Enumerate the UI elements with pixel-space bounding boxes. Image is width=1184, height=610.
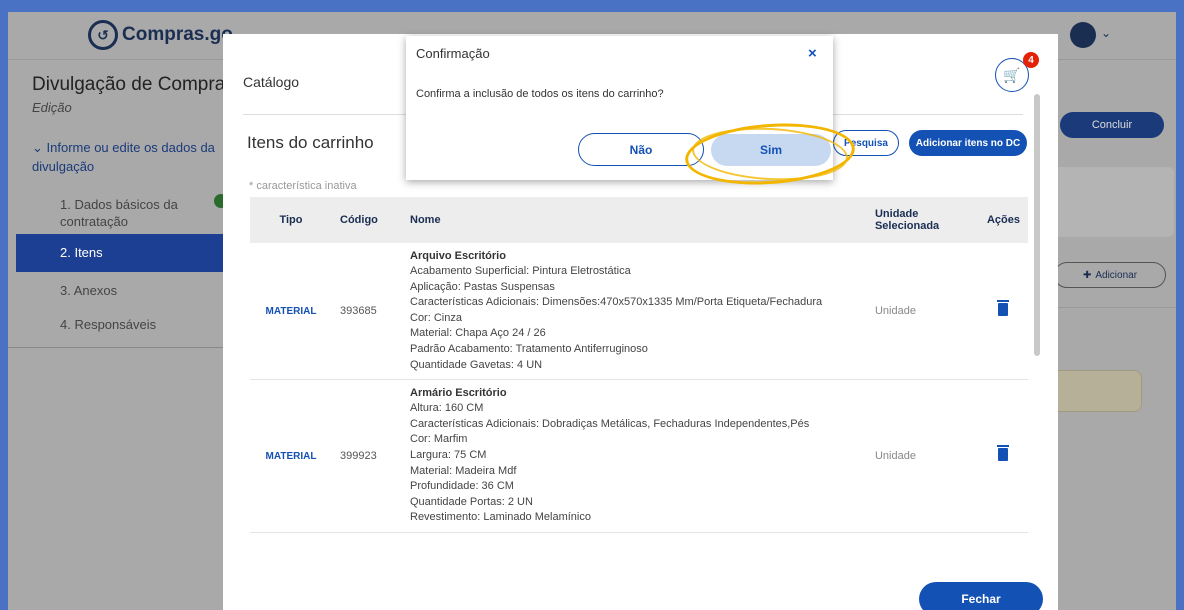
sidebar-item-anexos[interactable]: 3. Anexos	[60, 282, 117, 299]
trash-icon[interactable]	[997, 300, 1010, 317]
page-subtitle: Edição	[32, 100, 72, 115]
item-unit: Unidade	[874, 450, 916, 463]
close-icon[interactable]: ×	[808, 46, 817, 61]
item-attribute: Características Adicionais: Dobradiças M…	[410, 417, 810, 430]
user-avatar-icon[interactable]	[1070, 22, 1096, 48]
info-card	[1048, 167, 1174, 237]
cart-items-table: Tipo Código Nome Unidade Selecionada Açõ…	[250, 197, 1028, 533]
adicionar-button[interactable]: ✚ Adicionar	[1054, 262, 1166, 288]
item-attribute: Padrão Acabamento: Tratamento Antiferrug…	[410, 342, 648, 355]
inactive-note: * característica inativa	[249, 180, 357, 192]
item-type: MATERIAL	[265, 306, 317, 318]
warning-box	[1048, 370, 1142, 412]
item-attribute: Largura: 75 CM	[410, 448, 487, 461]
fechar-button[interactable]: Fechar	[919, 582, 1043, 610]
sidebar-item-itens[interactable]: 2. Itens	[16, 234, 226, 272]
trash-icon[interactable]	[997, 445, 1010, 462]
item-attribute: Material: Madeira Mdf	[410, 464, 517, 477]
catalog-title: Catálogo	[243, 74, 300, 90]
sidebar-section[interactable]: ⌄ Informe ou edite os dados da divulgaçã…	[32, 138, 228, 176]
item-attribute: Cor: Marfim	[410, 433, 468, 446]
cart-items-title: Itens do carrinho	[247, 133, 374, 152]
divider	[1048, 307, 1176, 308]
adicionar-label: Adicionar	[1095, 269, 1138, 281]
item-name: Armário Escritório	[410, 387, 507, 400]
table-row: MATERIAL 399923 Armário Escritório Altur…	[250, 379, 1028, 533]
item-unit: Unidade	[874, 305, 916, 318]
logo-icon: ↺	[88, 20, 118, 50]
sidebar-item-label: 2. Itens	[60, 245, 103, 260]
header-codigo: Código	[340, 214, 378, 226]
logo: ↺ Compras.go	[88, 20, 233, 50]
table-header-row: Tipo Código Nome Unidade Selecionada Açõ…	[250, 197, 1028, 243]
item-attribute: Profundidade: 36 CM	[410, 480, 514, 493]
item-type: MATERIAL	[265, 451, 317, 463]
adicionar-itens-dc-button[interactable]: Adicionar itens no DC	[909, 130, 1027, 156]
sidebar-item-dados-basicos[interactable]: 1. Dados básicos da contratação	[60, 196, 190, 230]
table-row: MATERIAL 393685 Arquivo Escritório Acaba…	[250, 243, 1028, 381]
item-attribute: Altura: 160 CM	[410, 402, 484, 415]
item-attribute: Aplicação: Pastas Suspensas	[410, 280, 555, 293]
sidebar-section-label: Informe ou edite os dados da divulgação	[32, 140, 215, 174]
item-attribute: Quantidade Gavetas: 4 UN	[410, 358, 543, 371]
header-unidade: Unidade Selecionada	[874, 208, 940, 232]
item-attribute: Acabamento Superficial: Pintura Eletrost…	[410, 265, 631, 277]
plus-icon: ✚	[1082, 269, 1092, 281]
item-attribute: Quantidade Portas: 2 UN	[410, 495, 533, 508]
logo-text: Compras.go	[122, 24, 233, 45]
concluir-button[interactable]: Concluir	[1060, 112, 1164, 138]
sidebar-divider	[8, 347, 223, 348]
scrollbar[interactable]	[1034, 94, 1040, 356]
header-nome: Nome	[410, 214, 441, 226]
item-attribute: Cor: Cinza	[410, 311, 462, 324]
cart-count-badge: 4	[1023, 52, 1039, 68]
header-acoes: Ações	[986, 214, 1020, 226]
dialog-message: Confirma a inclusão de todos os itens do…	[416, 88, 664, 100]
item-attribute: Material: Chapa Aço 24 / 26	[410, 327, 546, 340]
item-attribute: Características Adicionais: Dimensões:47…	[410, 296, 823, 309]
dialog-title: Confirmação	[416, 46, 490, 61]
sidebar-item-responsaveis[interactable]: 4. Responsáveis	[60, 316, 156, 333]
item-name: Arquivo Escritório	[410, 250, 506, 262]
page-title: Divulgação de Compras	[32, 74, 235, 95]
item-code: 399923	[340, 450, 377, 463]
header-tipo: Tipo	[279, 214, 303, 226]
chevron-down-icon[interactable]: ⌄	[1101, 26, 1111, 40]
item-attribute: Revestimento: Laminado Melamínico	[410, 511, 591, 524]
item-code: 393685	[340, 305, 377, 318]
